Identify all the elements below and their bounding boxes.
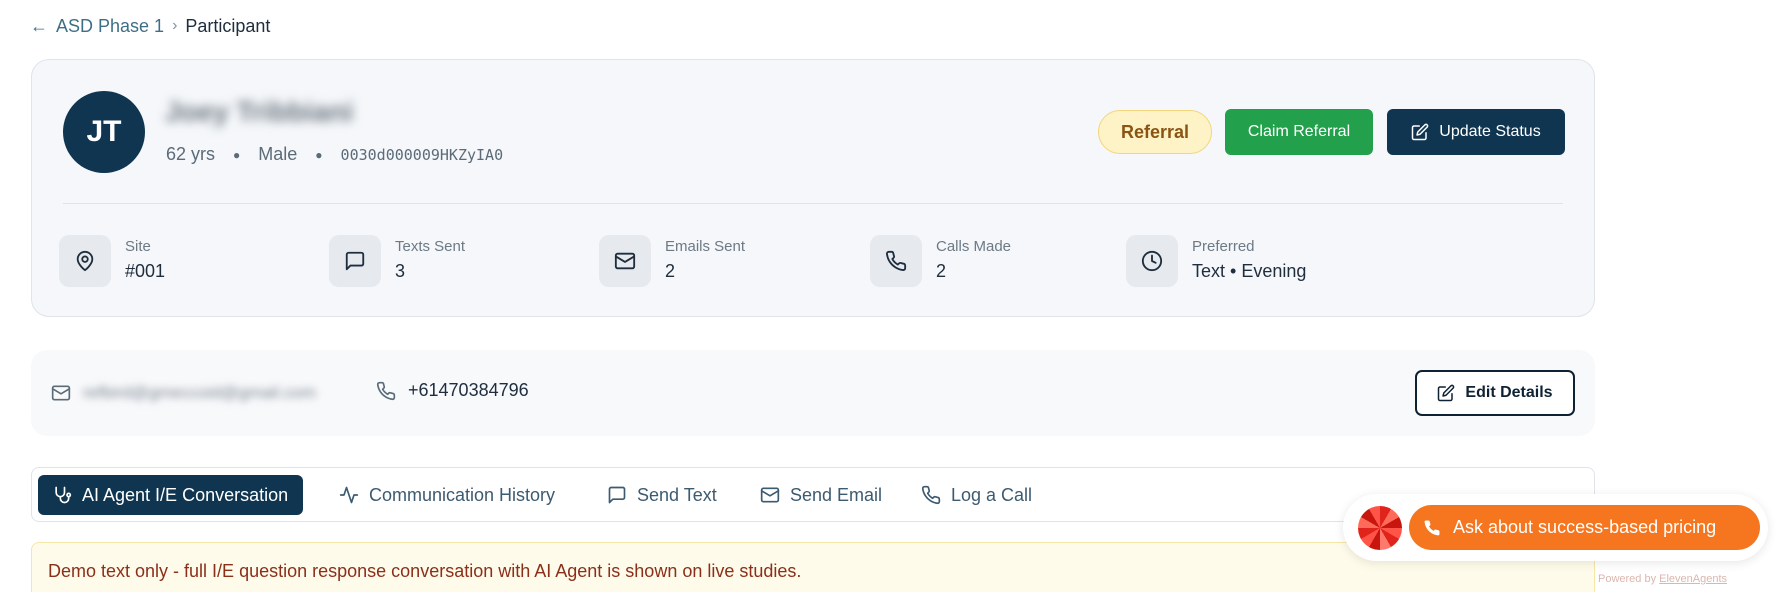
powered-by-prefix: Powered by [1598,573,1657,585]
agent-orb-icon[interactable] [1358,506,1402,550]
phone-icon [376,381,396,400]
tab-send-email[interactable]: Send Email [760,475,882,515]
pricing-chat-widget: Ask about success-based pricing [1343,494,1768,561]
participant-card: JT Joey Tribbiani 62 yrs ● Male ● 0030d0… [31,59,1595,317]
tab-ai-agent-conversation[interactable]: AI Agent I/E Conversation [38,475,304,515]
map-pin-icon [59,235,111,287]
tab-label: Send Email [790,484,883,505]
separator-dot: ● [315,147,323,162]
stat-label: Calls Made [936,238,1012,255]
stat-value: 2 [936,261,947,281]
participant-age: 62 yrs [166,144,216,164]
separator-dot: ● [233,147,241,162]
clock-icon [1126,235,1178,287]
phone-icon [921,485,941,505]
tab-send-text[interactable]: Send Text [607,475,717,515]
contact-email[interactable]: refbird@gmeccoid@gmail.com [83,383,316,403]
stat-label: Site [125,238,151,255]
participant-name: Joey Tribbiani [165,96,354,127]
powered-by-link[interactable]: ElevenAgents [1659,573,1727,585]
edit-icon [1412,123,1429,141]
mail-icon [51,385,71,401]
tab-log-a-call[interactable]: Log a Call [921,475,1032,515]
tab-communication-history[interactable]: Communication History [339,475,555,515]
tab-label: Communication History [369,484,556,505]
phone-icon [870,235,922,287]
powered-by: Powered by ElevenAgents [1598,573,1727,585]
breadcrumb-parent-link[interactable]: ASD Phase 1 [56,16,164,37]
stat-emails-sent: Emails Sent 2 [599,235,745,287]
phone-icon [1424,519,1440,535]
message-icon [329,235,381,287]
mail-icon [599,235,651,287]
stat-value: Text • Evening [1192,261,1307,281]
tab-label: Log a Call [951,484,1033,505]
breadcrumb: ← ASD Phase 1 › Participant [30,12,270,40]
claim-referral-button[interactable]: Claim Referral [1225,109,1373,155]
breadcrumb-current: Participant [185,15,271,36]
divider [63,203,1563,204]
ask-pricing-label: Ask about success-based pricing [1453,517,1717,537]
contact-bar: refbird@gmeccoid@gmail.com +61470384796 … [31,350,1595,436]
tab-label: Send Text [637,484,717,505]
status-badge: Referral [1098,110,1212,154]
tab-label: AI Agent I/E Conversation [82,484,289,505]
update-status-button[interactable]: Update Status [1387,109,1565,155]
edit-details-button[interactable]: Edit Details [1415,370,1575,416]
chevron-right-icon: › [172,17,178,34]
participant-gender: Male [258,144,298,164]
participant-meta: 62 yrs ● Male ● 0030d000009HKZyIA0 [166,144,503,165]
contact-phone-number[interactable]: +61470384796 [408,380,529,401]
stat-label: Preferred [1192,238,1255,255]
stat-label: Texts Sent [395,238,466,255]
stat-value: 3 [395,261,406,281]
stat-preferred: Preferred Text • Evening [1126,235,1306,287]
stat-site: Site #001 [59,235,165,287]
activity-icon [339,486,359,504]
stat-texts-sent: Texts Sent 3 [329,235,465,287]
avatar: JT [63,91,145,173]
stethoscope-icon [55,486,72,504]
contact-phone: +61470384796 [376,380,529,401]
stat-label: Emails Sent [665,238,746,255]
ask-pricing-button[interactable]: Ask about success-based pricing [1409,505,1760,550]
stat-value: #001 [125,261,166,281]
message-icon [608,486,626,504]
edit-icon [1438,384,1455,402]
arrow-left-icon[interactable]: ← [30,16,48,37]
edit-details-label: Edit Details [1465,384,1553,401]
update-status-label: Update Status [1439,123,1541,140]
stat-calls-made: Calls Made 2 [870,235,1011,287]
stat-value: 2 [665,261,676,281]
mail-icon [760,487,780,503]
demo-notice-text: Demo text only - full I/E question respo… [48,561,802,581]
participant-record-id: 0030d000009HKZyIA0 [340,145,504,164]
